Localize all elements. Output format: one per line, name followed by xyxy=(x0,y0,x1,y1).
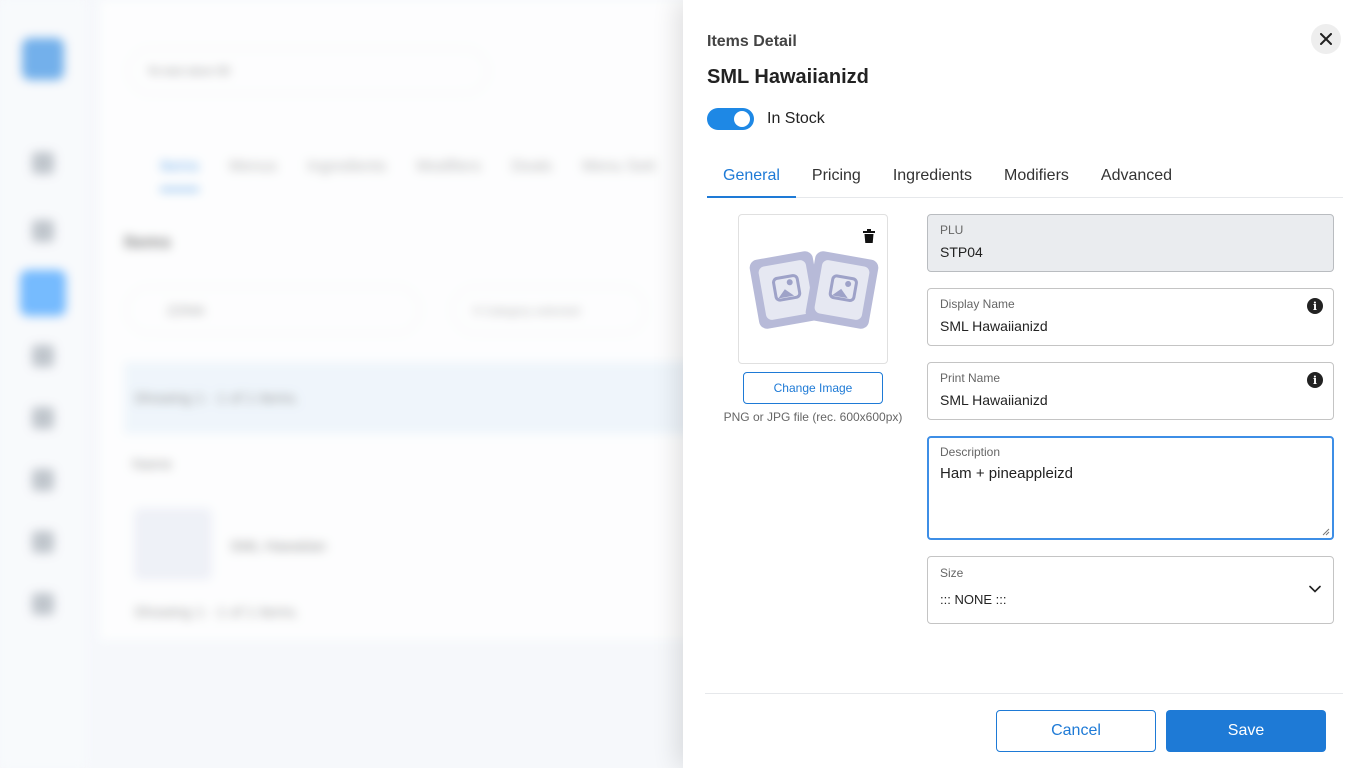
print-name-value[interactable]: SML Hawaiianizd xyxy=(940,392,1048,408)
print-name-field[interactable]: Print Name SML Hawaiianizd i xyxy=(927,362,1334,420)
size-label: Size xyxy=(940,566,964,580)
in-stock-label: In Stock xyxy=(767,110,825,127)
info-icon[interactable]: i xyxy=(1307,298,1323,314)
size-value: ::: NONE ::: xyxy=(940,592,1007,607)
item-image xyxy=(738,214,888,364)
items-detail-drawer: Items Detail SML Hawaiianizd In Stock Ge… xyxy=(683,0,1366,768)
info-icon[interactable]: i xyxy=(1307,372,1323,388)
display-name-field[interactable]: Display Name SML Hawaiianizd i xyxy=(927,288,1334,346)
tab-advanced[interactable]: Advanced xyxy=(1085,158,1188,198)
drawer-label: Items Detail xyxy=(707,33,797,50)
change-image-button[interactable]: Change Image xyxy=(743,372,883,404)
print-name-label: Print Name xyxy=(940,371,1001,385)
item-title: SML Hawaiianizd xyxy=(707,66,869,88)
description-value[interactable]: Ham + pineappleizd xyxy=(940,465,1073,482)
description-field[interactable]: Description Ham + pineappleizd xyxy=(927,436,1334,540)
plu-value: STP04 xyxy=(940,244,983,260)
description-label: Description xyxy=(940,445,1001,459)
footer-divider xyxy=(705,693,1343,694)
size-select[interactable]: Size ::: NONE ::: xyxy=(927,556,1334,624)
display-name-label: Display Name xyxy=(940,297,1015,311)
in-stock-row: In Stock xyxy=(707,108,825,130)
tab-modifiers[interactable]: Modifiers xyxy=(988,158,1085,198)
plu-label: PLU xyxy=(940,223,964,237)
image-hint: PNG or JPG file (rec. 600x600px) xyxy=(723,410,903,424)
detail-tabs: General Pricing Ingredients Modifiers Ad… xyxy=(707,158,1343,198)
chevron-down-icon xyxy=(1309,585,1321,593)
in-stock-toggle[interactable] xyxy=(707,108,754,130)
tab-ingredients[interactable]: Ingredients xyxy=(877,158,988,198)
close-button[interactable] xyxy=(1311,24,1341,54)
close-icon xyxy=(1320,33,1332,45)
display-name-value[interactable]: SML Hawaiianizd xyxy=(940,318,1048,334)
tab-general[interactable]: General xyxy=(707,158,796,198)
trash-icon[interactable] xyxy=(863,229,875,243)
resize-handle-icon[interactable] xyxy=(1322,528,1330,536)
image-placeholder-icon xyxy=(749,251,879,329)
plu-field: PLU STP04 xyxy=(927,214,1334,272)
cancel-button[interactable]: Cancel xyxy=(996,710,1156,752)
tab-pricing[interactable]: Pricing xyxy=(796,158,877,198)
save-button[interactable]: Save xyxy=(1166,710,1326,752)
backdrop-overlay[interactable] xyxy=(0,0,683,768)
toggle-knob xyxy=(734,111,750,127)
